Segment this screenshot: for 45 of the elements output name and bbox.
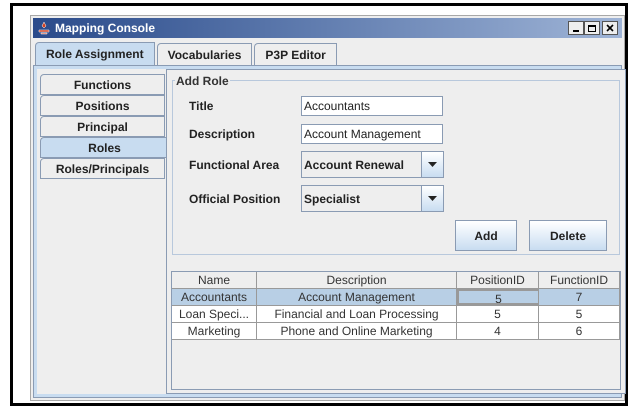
combo-box[interactable]: Account Renewal <box>301 151 444 178</box>
table-row[interactable]: Loan Speci... Financial and Loan Processing 5 5 <box>172 306 620 323</box>
table-row[interactable]: Marketing Phone and Online Marketing 4 6 <box>172 323 620 340</box>
side-tab[interactable]: Roles/Principals <box>40 158 165 179</box>
dropdown-arrow-icon <box>428 162 437 167</box>
field-label: Title <box>189 98 214 114</box>
side-tab[interactable]: Principal <box>40 116 165 137</box>
action-button[interactable]: Add <box>455 220 517 251</box>
minimize-button[interactable] <box>568 21 584 35</box>
table-cell: Marketing <box>172 323 257 339</box>
app-icon <box>37 21 51 35</box>
tab[interactable]: P3P Editor <box>254 43 337 65</box>
table-cell: 4 <box>457 323 539 339</box>
maximize-button[interactable] <box>584 21 600 35</box>
action-button[interactable]: Delete <box>529 220 607 251</box>
tab[interactable]: Role Assignment <box>35 42 155 65</box>
close-icon <box>606 24 614 32</box>
column-header[interactable]: FunctionID <box>539 272 620 288</box>
text-field[interactable]: Accountants <box>301 96 443 116</box>
side-tab[interactable]: Positions <box>40 95 165 116</box>
table-cell: Phone and Online Marketing <box>257 323 457 339</box>
table-cell: 5 <box>539 306 620 322</box>
table-cell: Loan Speci... <box>172 306 257 322</box>
side-tab[interactable]: Roles <box>40 137 168 158</box>
table-cell: 7 <box>539 289 620 305</box>
close-button[interactable] <box>602 21 618 35</box>
dropdown-arrow-icon <box>428 196 437 201</box>
table-cell: Financial and Loan Processing <box>257 306 457 322</box>
table-cell: Account Management <box>257 289 457 305</box>
field-label: Functional Area <box>189 156 280 174</box>
side-tab[interactable]: Functions <box>40 74 165 95</box>
column-header[interactable]: Description <box>257 272 457 288</box>
text-field[interactable]: Account Management <box>301 124 443 144</box>
table-cell: 5 <box>457 306 539 322</box>
column-header[interactable]: Name <box>172 272 257 288</box>
table-cell: 5 <box>457 289 539 305</box>
window-title: Mapping Console <box>55 20 155 37</box>
field-label: Description <box>189 126 256 142</box>
table-row[interactable]: Accountants Account Management 5 7 <box>172 289 620 306</box>
combo-box[interactable]: Specialist <box>301 185 444 212</box>
table-cell: 6 <box>539 323 620 339</box>
field-label: Official Position <box>189 190 282 208</box>
tab[interactable]: Vocabularies <box>156 43 252 65</box>
column-header[interactable]: PositionID <box>457 272 539 288</box>
table-cell: Accountants <box>172 289 257 305</box>
